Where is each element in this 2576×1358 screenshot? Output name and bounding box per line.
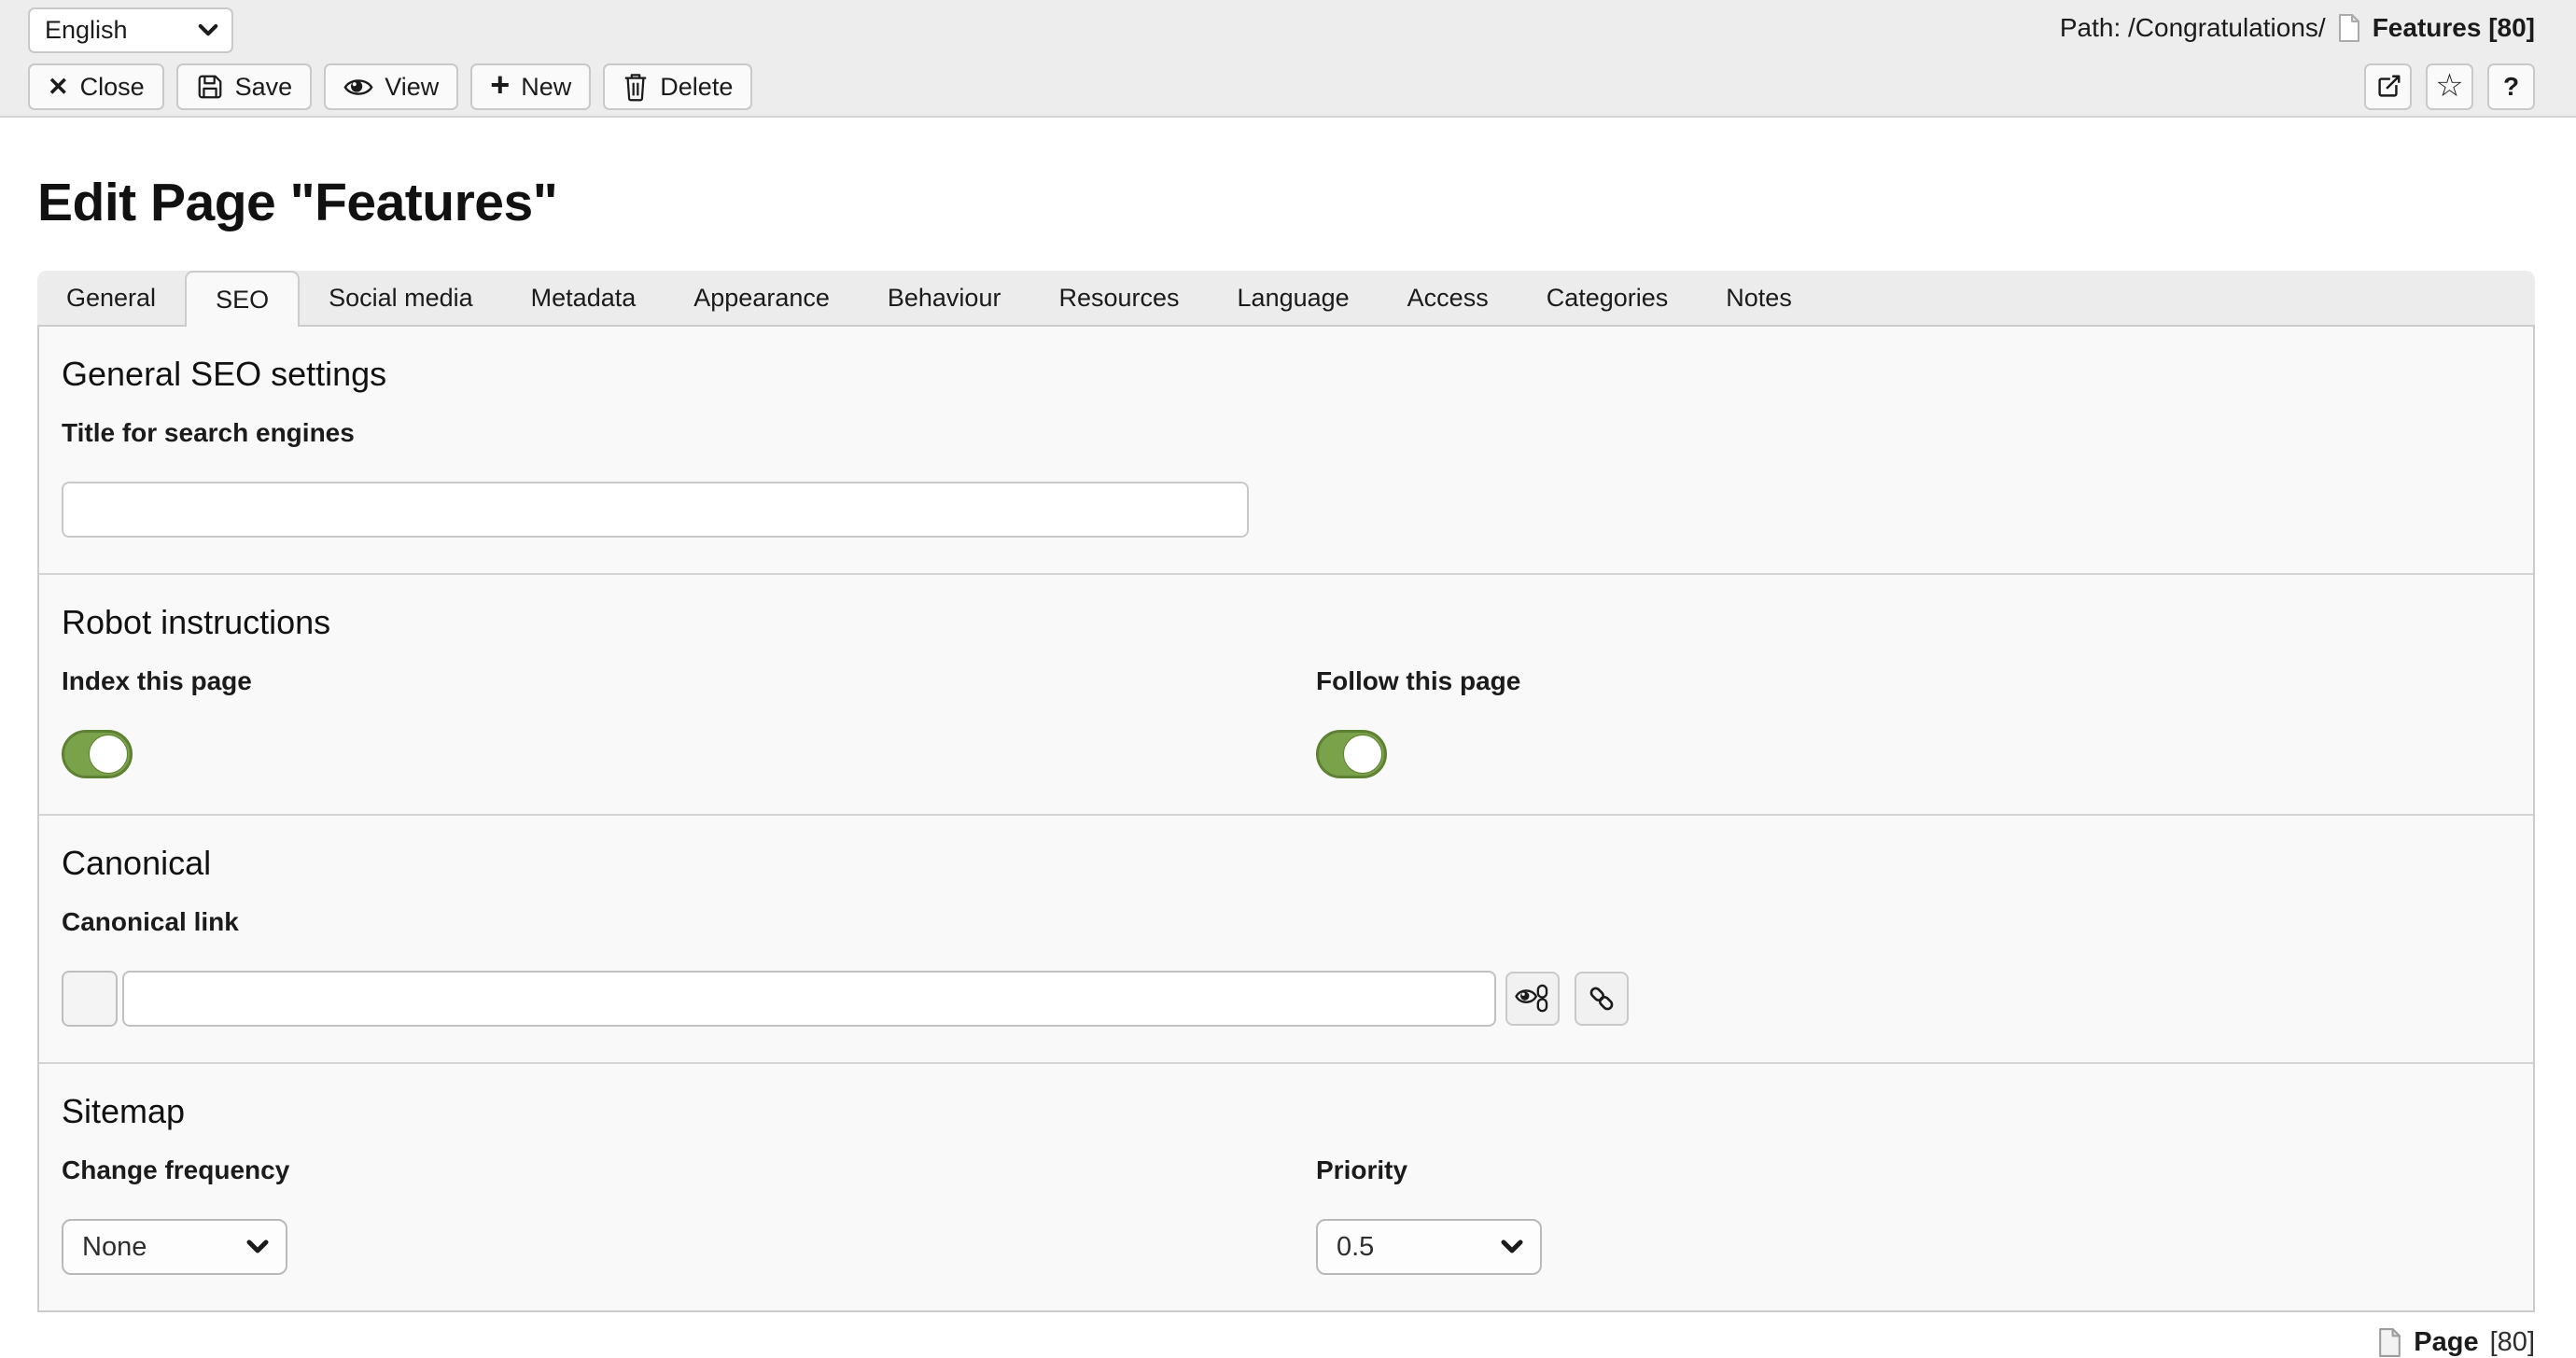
window-action-row: ☆ ? — [2364, 63, 2535, 110]
section-canonical: Canonical Canonical link — [39, 814, 2533, 1062]
follow-this-page-label: Follow this page — [1316, 666, 2511, 696]
change-frequency-select[interactable]: None — [62, 1219, 287, 1275]
toggle-knob — [89, 735, 128, 774]
tab-general[interactable]: General — [37, 271, 185, 325]
edit-page-tabs: General SEO Social media Metadata Appear… — [37, 271, 2535, 327]
section-heading: General SEO settings — [62, 355, 2511, 394]
chevron-down-icon — [1501, 1239, 1523, 1254]
favorite-button[interactable]: ☆ — [2426, 63, 2473, 110]
close-button[interactable]: ✕ Close — [28, 63, 164, 110]
page-id-label: [80] — [2490, 1327, 2535, 1358]
section-heading: Canonical — [62, 844, 2511, 883]
tab-behaviour[interactable]: Behaviour — [859, 271, 1030, 325]
priority-value: 0.5 — [1337, 1232, 1374, 1263]
plus-icon: + — [490, 68, 510, 102]
canonical-link-input[interactable] — [122, 971, 1496, 1027]
priority-field: Priority 0.5 — [1286, 1155, 2511, 1275]
top-toolbar: English ✕ Close Save — [0, 0, 2576, 118]
chevron-down-icon — [246, 1239, 269, 1254]
delete-button-label: Delete — [660, 73, 733, 102]
index-this-page-toggle[interactable] — [62, 730, 133, 778]
save-button[interactable]: Save — [176, 63, 313, 110]
tab-resources[interactable]: Resources — [1029, 271, 1208, 325]
view-button[interactable]: View — [324, 63, 458, 110]
tab-seo[interactable]: SEO — [185, 271, 300, 327]
star-icon: ☆ — [2435, 67, 2463, 105]
canonical-link-label: Canonical link — [62, 907, 2511, 937]
tab-access[interactable]: Access — [1379, 271, 1518, 325]
close-button-label: Close — [80, 73, 145, 102]
follow-this-page-field: Follow this page — [1286, 666, 2511, 778]
tab-social-media[interactable]: Social media — [300, 271, 502, 325]
chevron-down-icon — [198, 23, 218, 37]
change-frequency-label: Change frequency — [62, 1155, 1286, 1185]
page-type-label: Page — [2414, 1327, 2478, 1358]
tab-categories[interactable]: Categories — [1518, 271, 1698, 325]
section-general-seo-settings: General SEO settings Title for search en… — [39, 327, 2533, 573]
language-select-value: English — [45, 16, 128, 45]
section-heading: Robot instructions — [62, 603, 2511, 642]
section-heading: Sitemap — [62, 1092, 2511, 1131]
change-frequency-value: None — [82, 1232, 147, 1263]
toolbar-button-row: ✕ Close Save View — [28, 63, 752, 110]
close-icon: ✕ — [48, 75, 69, 100]
page-file-icon — [2377, 1327, 2402, 1358]
breadcrumb: Path: /Congratulations/ Features [80] — [2060, 13, 2535, 43]
link-icon — [1587, 984, 1617, 1014]
change-frequency-field: Change frequency None — [62, 1155, 1286, 1275]
language-select[interactable]: English — [28, 7, 233, 53]
page-file-icon — [2337, 13, 2361, 43]
eye-link-icon — [1515, 984, 1550, 1015]
seo-tab-panel: General SEO settings Title for search en… — [37, 327, 2535, 1312]
canonical-link-id-box — [62, 971, 118, 1027]
index-this-page-field: Index this page — [62, 666, 1286, 778]
section-sitemap: Sitemap Change frequency None Priority 0… — [39, 1062, 2533, 1310]
tab-metadata[interactable]: Metadata — [502, 271, 665, 325]
title-for-search-engines-input[interactable] — [62, 482, 1249, 538]
help-button[interactable]: ? — [2487, 63, 2535, 110]
open-linkmap-button[interactable] — [1505, 972, 1560, 1026]
toggle-knob — [1343, 735, 1382, 774]
priority-label: Priority — [1316, 1155, 2511, 1185]
new-button[interactable]: + New — [470, 63, 591, 110]
tab-notes[interactable]: Notes — [1697, 271, 1821, 325]
priority-select[interactable]: 0.5 — [1316, 1219, 1542, 1275]
view-button-label: View — [385, 73, 439, 102]
breadcrumb-page-ref: Features [80] — [2373, 13, 2535, 43]
save-icon — [196, 73, 224, 101]
new-button-label: New — [521, 73, 571, 102]
follow-this-page-toggle[interactable] — [1316, 730, 1387, 778]
tab-appearance[interactable]: Appearance — [665, 271, 859, 325]
page-reference: Page [80] — [0, 1327, 2535, 1358]
canonical-link-widget — [62, 971, 2511, 1027]
help-icon: ? — [2503, 72, 2519, 102]
save-button-label: Save — [235, 73, 293, 102]
view-icon — [343, 76, 373, 99]
page-title: Edit Page "Features" — [37, 172, 2576, 233]
delete-button[interactable]: Delete — [603, 63, 752, 110]
title-for-search-engines-label: Title for search engines — [62, 418, 2511, 448]
insert-link-button[interactable] — [1575, 972, 1629, 1026]
section-robot-instructions: Robot instructions Index this page Follo… — [39, 573, 2533, 814]
breadcrumb-path: Path: /Congratulations/ — [2060, 13, 2326, 43]
external-link-icon — [2374, 73, 2402, 101]
open-in-new-window-button[interactable] — [2364, 63, 2412, 110]
trash-icon — [623, 72, 649, 102]
tab-language[interactable]: Language — [1209, 271, 1379, 325]
index-this-page-label: Index this page — [62, 666, 1286, 696]
